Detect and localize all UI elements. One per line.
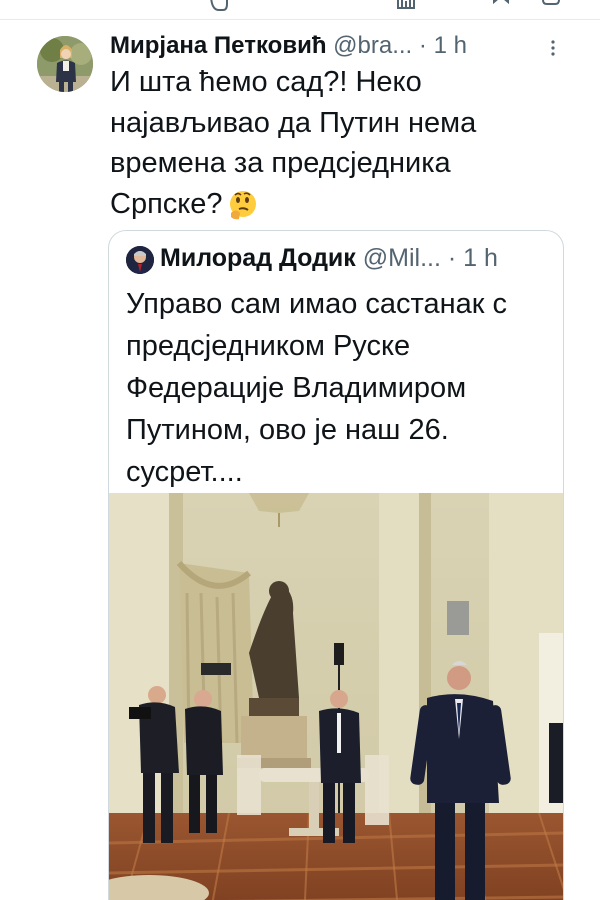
thinking-face-icon [227, 189, 259, 221]
reply-icon[interactable] [208, 0, 230, 12]
tweet-action-bar [0, 0, 600, 14]
tweet-body: И шта ћемо сад?! Неко најављивао да Пути… [110, 66, 477, 220]
more-options-icon[interactable] [548, 38, 558, 58]
share-icon[interactable] [395, 0, 417, 12]
share-upload-icon[interactable] [540, 0, 562, 12]
quoted-author-handle[interactable]: @Mil... [363, 244, 441, 272]
avatar[interactable] [37, 36, 93, 92]
tweet-header: Мирјана Петковић @bra... · 1 h [110, 32, 580, 60]
separator-dot: · [447, 244, 457, 272]
quoted-timestamp[interactable]: 1 h [463, 244, 498, 272]
author-name[interactable]: Мирјана Петковић [110, 32, 327, 59]
quoted-tweet-card[interactable]: Милорад Додик @Mil... · 1 h Управо сам и… [108, 230, 564, 900]
quoted-avatar[interactable] [126, 246, 154, 274]
bookmark-icon[interactable] [490, 0, 512, 12]
timestamp[interactable]: 1 h [434, 32, 467, 59]
author-handle[interactable]: @bra... [333, 32, 412, 59]
tweet-photo[interactable] [109, 493, 563, 900]
quoted-author-name[interactable]: Милорад Додик [160, 244, 356, 272]
divider [0, 19, 600, 20]
separator-dot: · [418, 32, 427, 59]
quoted-tweet-header: Милорад Додик @Mil... · 1 h [160, 243, 560, 273]
quoted-tweet-text: Управо сам имао састанак с предсједником… [126, 288, 508, 488]
tweet-text: И шта ћемо сад?! Неко најављивао да Пути… [110, 62, 570, 224]
